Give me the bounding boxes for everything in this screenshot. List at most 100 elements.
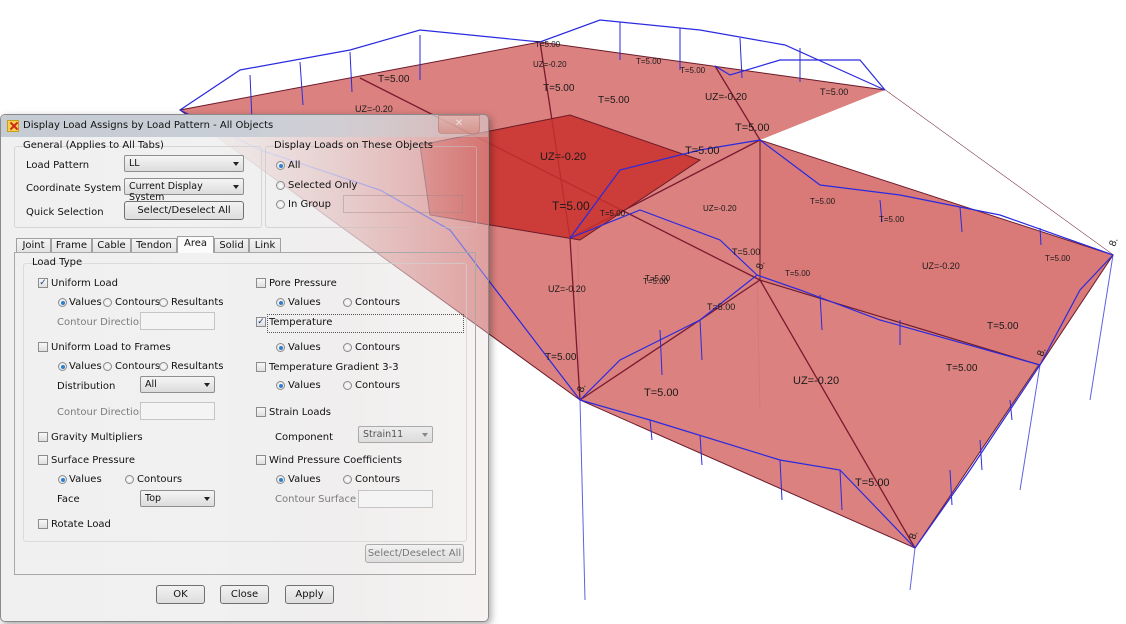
- wind-pressure-checkbox[interactable]: [256, 455, 266, 465]
- chevron-down-icon: [204, 497, 210, 501]
- temperature-label: T=5.00: [543, 83, 575, 94]
- contour-direction-label: Contour Direction: [57, 407, 146, 418]
- surface-pressure-values-radio[interactable]: [58, 475, 67, 484]
- rotate-load-checkbox[interactable]: [38, 519, 48, 529]
- group-name-field[interactable]: [343, 195, 463, 213]
- dialog-titlebar[interactable]: Display Load Assigns by Load Pattern - A…: [1, 115, 488, 137]
- uniform-load-contour-direction-field[interactable]: [140, 312, 215, 330]
- contour-surface-label: Contour Surface: [275, 494, 357, 505]
- contours-label: Contours: [355, 474, 401, 485]
- distribution-value: All: [145, 379, 157, 390]
- frames-values-radio[interactable]: [58, 362, 67, 371]
- surface-pressure-label: Surface Pressure: [51, 455, 135, 466]
- select-deselect-all-button[interactable]: Select/Deselect All: [124, 201, 244, 220]
- display-objects-group-label: Display Loads on These Objects: [274, 140, 433, 151]
- tab-cable[interactable]: Cable: [92, 238, 131, 252]
- component-dropdown[interactable]: Strain11: [358, 426, 433, 443]
- temperature-label: T=5.00: [987, 321, 1019, 332]
- values-label: Values: [69, 361, 102, 372]
- values-label: Values: [288, 380, 321, 391]
- uniform-load-resultants-radio[interactable]: [159, 298, 168, 307]
- frames-resultants-radio[interactable]: [159, 362, 168, 371]
- temperature-label: T=5.00: [785, 269, 811, 278]
- values-label: Values: [69, 297, 102, 308]
- temperature-label: T=5.00: [820, 87, 848, 97]
- temperature-label: T=5.00: [545, 352, 577, 363]
- close-button[interactable]: Close: [220, 585, 269, 604]
- tab-area[interactable]: Area: [177, 236, 214, 253]
- selected-only-radio[interactable]: [276, 181, 285, 190]
- temperature-label: T=5.00: [535, 40, 561, 49]
- load-type-select-deselect-all-button[interactable]: Select/Deselect All: [365, 544, 464, 563]
- temperature-label: T=5.00: [946, 363, 978, 374]
- coordinate-system-label: Coordinate System: [26, 183, 122, 194]
- tab-solid[interactable]: Solid: [214, 238, 249, 252]
- resultants-label: Resultants: [171, 297, 224, 308]
- tab-frame[interactable]: Frame: [51, 238, 92, 252]
- pore-pressure-checkbox[interactable]: [256, 278, 266, 288]
- apply-button[interactable]: Apply: [285, 585, 334, 604]
- pore-pressure-contours-radio[interactable]: [343, 298, 352, 307]
- gravity-multipliers-checkbox[interactable]: [38, 432, 48, 442]
- load-pattern-dropdown[interactable]: LL: [124, 155, 244, 172]
- general-group-label: General (Applies to All Tabs): [23, 140, 164, 151]
- close-window-button[interactable]: ✕: [438, 115, 480, 134]
- temperature-contours-radio[interactable]: [343, 343, 352, 352]
- values-label: Values: [288, 297, 321, 308]
- surface-pressure-checkbox[interactable]: [38, 455, 48, 465]
- temperature-label: T=5.00: [855, 477, 890, 489]
- temperature-label: T=5.00: [735, 122, 770, 134]
- temperature-label: T=5.00: [732, 247, 760, 257]
- temperature-gradient-values-radio[interactable]: [276, 381, 285, 390]
- wind-pressure-contours-radio[interactable]: [343, 475, 352, 484]
- distribution-dropdown[interactable]: All: [140, 376, 215, 393]
- uniform-load-contours-radio[interactable]: [103, 298, 112, 307]
- temperature-label: T=5.00: [600, 209, 626, 218]
- all-objects-radio[interactable]: [276, 161, 285, 170]
- chevron-down-icon: [233, 162, 239, 166]
- in-group-radio[interactable]: [276, 200, 285, 209]
- selected-only-label: Selected Only: [288, 180, 358, 191]
- wind-pressure-label: Wind Pressure Coefficients: [269, 455, 403, 466]
- column: [579, 399, 586, 601]
- frames-contour-direction-field[interactable]: [140, 402, 215, 420]
- rotate-load-label: Rotate Load: [51, 519, 111, 530]
- face-value: Top: [145, 493, 162, 504]
- temperature-label: Temperature: [269, 317, 333, 328]
- uniform-load-values-radio[interactable]: [58, 298, 67, 307]
- uniform-load-checkbox[interactable]: ✓: [38, 278, 48, 288]
- temperature-gradient-checkbox[interactable]: [256, 362, 266, 372]
- temperature-values-radio[interactable]: [276, 343, 285, 352]
- contour-surface-field[interactable]: [358, 490, 433, 508]
- temperature-label: T=5.00: [598, 95, 630, 106]
- display-load-assigns-dialog: Display Load Assigns by Load Pattern - A…: [0, 114, 489, 622]
- frames-contours-radio[interactable]: [103, 362, 112, 371]
- face-label: Face: [57, 494, 80, 505]
- coordinate-system-dropdown[interactable]: Current Display System: [124, 178, 244, 203]
- chevron-down-icon: [422, 433, 428, 437]
- values-label: Values: [69, 474, 102, 485]
- temperature-checkbox[interactable]: ✓: [256, 317, 266, 327]
- uniform-load-label: UZ=-0.20: [705, 92, 747, 103]
- chevron-down-icon: [233, 185, 239, 189]
- face-dropdown[interactable]: Top: [140, 490, 215, 507]
- contour-direction-label: Contour Direction: [57, 317, 146, 328]
- tab-tendon[interactable]: Tendon: [131, 238, 177, 252]
- in-group-label: In Group: [288, 199, 331, 210]
- pore-pressure-values-radio[interactable]: [276, 298, 285, 307]
- contours-label: Contours: [355, 342, 401, 353]
- app-icon: [7, 120, 19, 132]
- uniform-load-frames-checkbox[interactable]: [38, 342, 48, 352]
- uniform-load-label: UZ=-0.20: [533, 60, 567, 69]
- tab-link[interactable]: Link: [249, 238, 281, 252]
- strain-loads-checkbox[interactable]: [256, 407, 266, 417]
- values-label: Values: [288, 474, 321, 485]
- contours-label: Contours: [355, 380, 401, 391]
- uniform-load-frames-label: Uniform Load to Frames: [51, 342, 171, 353]
- surface-pressure-contours-radio[interactable]: [125, 475, 134, 484]
- temperature-gradient-contours-radio[interactable]: [343, 381, 352, 390]
- dialog-title: Display Load Assigns by Load Pattern - A…: [23, 120, 274, 131]
- wind-pressure-values-radio[interactable]: [276, 475, 285, 484]
- ok-button[interactable]: OK: [156, 585, 205, 604]
- tab-joint[interactable]: Joint: [16, 238, 51, 252]
